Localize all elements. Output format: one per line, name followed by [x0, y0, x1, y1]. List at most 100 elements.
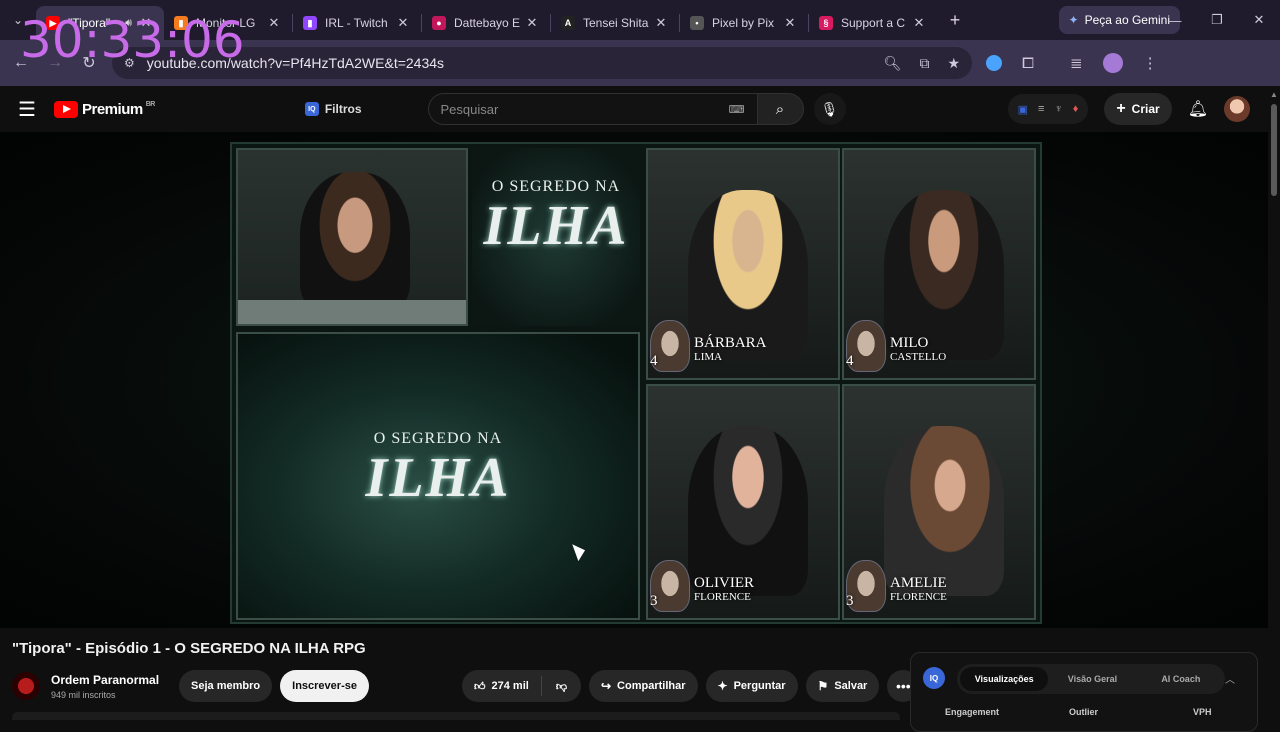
like-count: 274 mil: [491, 680, 529, 692]
filtros-button[interactable]: IQ Filtros: [304, 102, 362, 116]
timer-overlay: 30:33:06: [20, 11, 245, 69]
search-placeholder: Pesquisar: [440, 101, 499, 117]
channel-name[interactable]: Ordem Paranormal: [51, 673, 159, 687]
tab-favicon-icon: A: [561, 16, 575, 30]
tab-close-icon[interactable]: ✕: [911, 15, 927, 31]
bookmark-star-icon[interactable]: ★: [947, 55, 960, 72]
plus-icon: +: [1116, 100, 1126, 117]
page-scrollbar[interactable]: ▲: [1268, 86, 1280, 720]
character-last-name: Lima: [694, 351, 723, 363]
profile-avatar[interactable]: [1102, 53, 1123, 73]
search-input[interactable]: Pesquisar ⌨: [427, 93, 758, 125]
tab-close-icon[interactable]: ✕: [524, 15, 540, 31]
tab-title: Pixel by Pix: [712, 16, 775, 30]
tab-favicon-icon: ▮: [303, 16, 317, 30]
tab-close-icon[interactable]: ✕: [653, 15, 669, 31]
vidiq-tab[interactable]: Visão Geral: [1048, 674, 1136, 684]
gemini-sparkle-icon: ✦: [1068, 13, 1079, 27]
account-avatar[interactable]: [1224, 96, 1250, 122]
browser-tab[interactable]: • Pixel by Pix ✕: [680, 6, 808, 40]
video-frame[interactable]: O SEGREDO NA ILHA O SEGREDO NA ILHA Bárb…: [230, 142, 1042, 624]
logo-line1: O SEGREDO NA: [373, 430, 503, 447]
browser-tab[interactable]: ▮ IRL - Twitch ✕: [293, 6, 421, 40]
subscribe-button[interactable]: Inscrever-se: [280, 670, 369, 702]
alert-icon: ♦: [1072, 103, 1079, 115]
close-window-icon[interactable]: ✕: [1238, 12, 1280, 28]
character-level: 3: [650, 593, 658, 609]
ask-button[interactable]: ✦ Perguntar: [705, 670, 798, 702]
vidiq-column-header: VPH: [1193, 707, 1212, 717]
browser-tab[interactable]: § Support a C ✕: [809, 6, 937, 40]
create-button[interactable]: + Criar: [1104, 93, 1172, 125]
notifications-bell-icon[interactable]: 🔔︎: [1188, 99, 1208, 119]
character-first-name: Milo: [890, 335, 929, 351]
tab-close-icon[interactable]: ✕: [395, 15, 411, 31]
character-level: 4: [650, 353, 658, 369]
kebab-menu-icon[interactable]: ⋮: [1143, 54, 1158, 72]
video-actions: 👍︎ 274 mil 👎︎ ↪ Compartilhar ✦ Perguntar…: [462, 670, 920, 702]
subscriber-count: 949 mil inscritos: [51, 689, 116, 700]
scrollbar-thumb[interactable]: [1271, 104, 1277, 196]
search-button[interactable]: ⌕: [757, 93, 804, 125]
thumbs-up-icon: 👍︎: [474, 680, 486, 693]
share-label: Compartilhar: [617, 680, 686, 692]
list-icon: ≡: [1038, 103, 1045, 115]
vidiq-panel: IQ Visualizações Visão Geral AI Coach ︿ En…: [910, 652, 1258, 732]
like-button[interactable]: 👍︎ 274 mil: [462, 676, 542, 696]
player-camera: Olivier Florence 3: [646, 384, 840, 620]
character-first-name: Bárbara: [694, 335, 767, 351]
host-person: [300, 172, 410, 312]
player-camera: Amelie Florence 3: [842, 384, 1036, 620]
bookmark-icon: ⚑: [817, 679, 829, 693]
keyboard-icon[interactable]: ⌨: [729, 103, 745, 116]
channel-avatar[interactable]: [12, 672, 40, 700]
voice-search-button[interactable]: 🎙︎: [813, 93, 846, 125]
save-button[interactable]: ⚑ Salvar: [805, 670, 880, 702]
tab-close-icon[interactable]: ✕: [266, 15, 282, 31]
tab-title: Support a C: [841, 16, 906, 30]
restore-icon[interactable]: ❐: [1196, 12, 1238, 28]
character-first-name: Amelie: [890, 575, 947, 591]
character-name: Amelie Florence: [890, 576, 947, 604]
tab-close-icon[interactable]: ✕: [782, 15, 798, 31]
browser-tab[interactable]: ● Dattebayo E ✕: [422, 6, 550, 40]
new-tab-button[interactable]: +: [941, 10, 969, 31]
dislike-button[interactable]: 👎︎: [542, 680, 581, 693]
chevron-up-icon[interactable]: ︿: [1225, 671, 1235, 686]
character-name: Bárbara Lima: [694, 336, 767, 364]
vidiq-column-header: Engagement: [945, 707, 1000, 717]
extension-icon[interactable]: [986, 55, 1002, 71]
youtube-header: ☰ Premium BR IQ Filtros Pesquisar ⌨ ⌕ 🎙︎…: [0, 86, 1268, 132]
sparkle-icon: ✦: [717, 679, 728, 693]
vidiq-column-header: Outlier: [1069, 707, 1099, 717]
character-name: Olivier Florence: [694, 576, 754, 604]
puzzle-icon[interactable]: ⧠: [1022, 55, 1034, 72]
browser-tab[interactable]: A Tensei Shita ✕: [551, 6, 679, 40]
join-button[interactable]: Seja membro: [179, 670, 273, 702]
cast-icon[interactable]: ⧉: [919, 55, 929, 72]
save-label: Salvar: [834, 680, 868, 692]
logo-line2: ILHA: [365, 447, 511, 509]
youtube-premium-logo[interactable]: Premium BR: [54, 100, 155, 118]
header-right: ▣ ≡ ♆ ♦ + Criar 🔔︎: [1007, 93, 1250, 125]
menu-icon[interactable]: ☰: [0, 97, 54, 122]
character-tag: Amelie Florence 3: [846, 560, 947, 612]
extension-pill[interactable]: ▣ ≡ ♆ ♦: [1007, 94, 1089, 124]
search-icon: ⌕: [775, 100, 785, 118]
description-box-edge[interactable]: [12, 712, 900, 720]
thumbs-down-icon: 👎︎: [555, 680, 567, 693]
character-first-name: Olivier: [694, 575, 754, 591]
vidiq-tab[interactable]: AI Coach: [1137, 674, 1225, 684]
share-icon: ↪: [600, 679, 612, 693]
omnibox-actions: 🔍︎ ⧉ ★: [884, 55, 960, 72]
share-button[interactable]: ↪ Compartilhar: [588, 670, 698, 702]
zoom-icon[interactable]: 🔍︎: [884, 55, 902, 72]
scroll-up-icon[interactable]: ▲: [1270, 90, 1278, 99]
vidiq-tab[interactable]: Visualizações: [960, 667, 1049, 691]
show-logo-small: O SEGREDO NA ILHA: [472, 148, 640, 326]
minimize-icon[interactable]: —: [1154, 13, 1196, 28]
video-player[interactable]: O SEGREDO NA ILHA O SEGREDO NA ILHA Bárb…: [0, 132, 1268, 628]
channel-info: Ordem Paranormal 949 mil inscritos: [51, 673, 159, 700]
media-controls-icon[interactable]: ≣: [1070, 54, 1083, 72]
tab-title: Dattebayo E: [454, 16, 521, 30]
